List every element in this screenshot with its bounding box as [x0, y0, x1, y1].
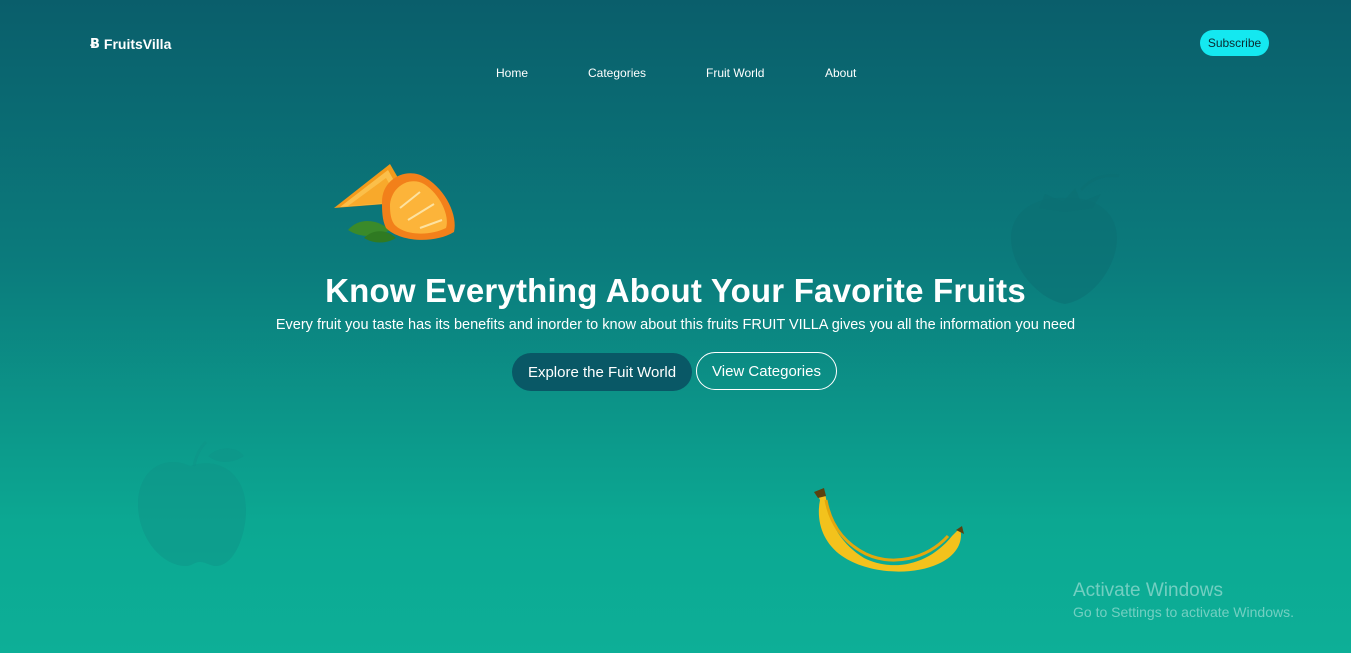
landing-page: Ƀ FruitsVilla Home Categories Fruit Worl… [0, 0, 1351, 653]
bitcoin-b-icon: Ƀ [90, 36, 100, 52]
activate-windows-watermark: Activate Windows Go to Settings to activ… [1073, 580, 1294, 622]
nav-item-categories[interactable]: Categories [588, 66, 646, 80]
banana-image [814, 488, 964, 572]
hero-subtitle: Every fruit you taste has its benefits a… [275, 317, 1076, 333]
explore-fruit-world-button[interactable]: Explore the Fuit World [512, 353, 692, 391]
orange-slices-image [334, 164, 455, 243]
nav-item-fruit-world[interactable]: Fruit World [706, 66, 764, 80]
apple-silhouette-image [138, 440, 246, 566]
nav-item-home[interactable]: Home [496, 66, 528, 80]
brand-name: FruitsVilla [103, 36, 172, 52]
brand-logo[interactable]: Ƀ FruitsVilla [90, 36, 171, 52]
watermark-subtitle: Go to Settings to activate Windows. [1073, 604, 1294, 620]
subscribe-button[interactable]: Subscribe [1200, 30, 1269, 56]
hero-title: Know Everything About Your Favorite Frui… [325, 272, 1026, 309]
main-nav: Home Categories Fruit World About [0, 66, 1351, 80]
view-categories-button[interactable]: View Categories [696, 352, 837, 390]
watermark-title: Activate Windows [1073, 580, 1223, 601]
nav-item-about[interactable]: About [825, 66, 856, 80]
